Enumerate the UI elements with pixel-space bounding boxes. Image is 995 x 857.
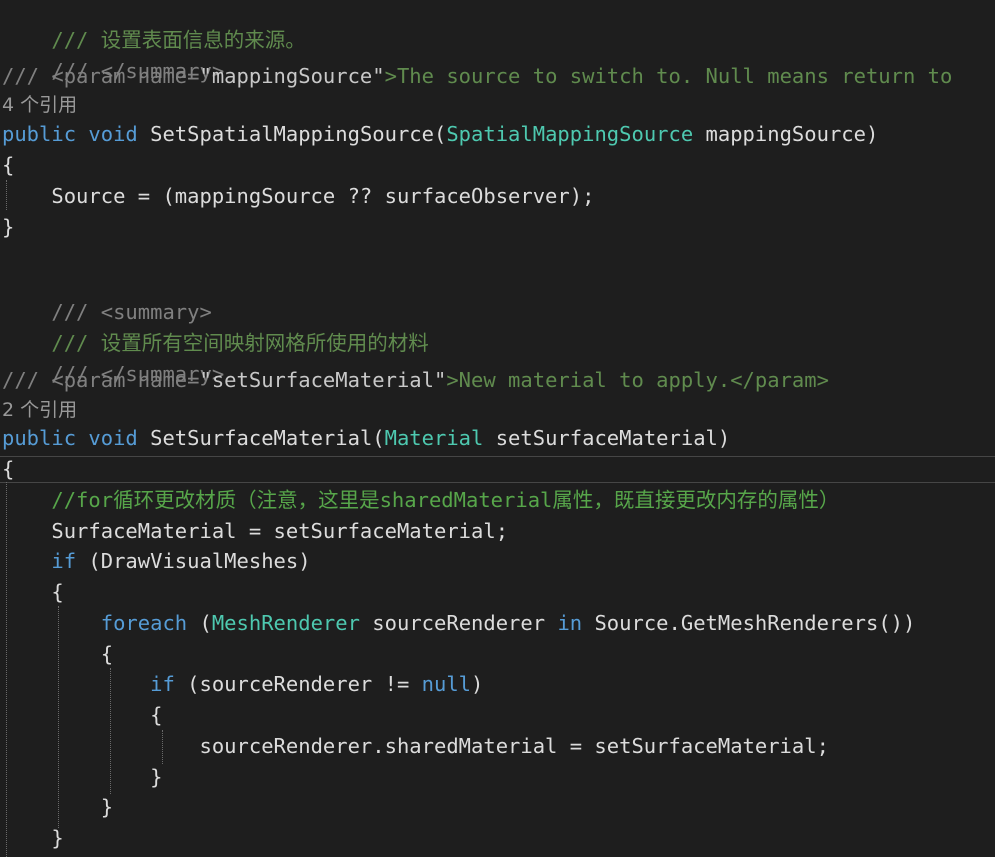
brace: { — [51, 580, 64, 604]
punctuation: ( — [187, 611, 212, 635]
code-line: public void SetSurfaceMaterial(Material … — [2, 426, 730, 450]
code-line: if (sourceRenderer != null) — [2, 672, 483, 696]
keyword: foreach — [100, 611, 188, 635]
brace: { — [100, 642, 114, 666]
expression: Source.GetMeshRenderers()) — [582, 611, 916, 635]
doc-text: >New material to apply.</param> — [446, 368, 829, 392]
type-name: MeshRenderer — [211, 611, 360, 635]
code-line: /// 设置所有空间映射网格所使用的材料 — [2, 307, 428, 355]
codelens-references[interactable]: 4 个引用 — [2, 93, 77, 117]
code-line: /// 设置表面信息的来源。 — [2, 4, 305, 52]
code-line: { — [2, 642, 113, 666]
code-line: { — [2, 703, 162, 727]
doc-attr-value: "mappingSource" — [199, 64, 385, 88]
keyword: null — [421, 672, 472, 696]
code-line: /// </summary> — [2, 338, 224, 386]
code-line: /// </summary> — [2, 35, 224, 83]
method-name: SetSurfaceMaterial( — [150, 426, 385, 450]
code-line: } — [2, 215, 14, 239]
code-line: } — [2, 795, 113, 819]
keyword: void — [88, 122, 138, 146]
code-line: } — [2, 765, 162, 789]
line-comment: //for循环更改材质（注意，这里是sharedMaterial属性，既直接更改… — [51, 488, 840, 512]
doc-tag: /// <param name= — [2, 368, 200, 392]
keyword: public — [2, 426, 77, 450]
type-name: Material — [384, 426, 484, 450]
type-name: SpatialMappingSource — [446, 122, 694, 146]
code-line: /// <param name="mappingSource">The sour… — [2, 64, 952, 88]
code-editor[interactable]: /// 设置表面信息的来源。 /// </summary> /// <param… — [0, 0, 995, 857]
brace: } — [2, 215, 15, 239]
brace: } — [51, 826, 64, 850]
code-line: { — [2, 457, 14, 481]
code-line: sourceRenderer.sharedMaterial = setSurfa… — [2, 734, 829, 758]
brace: } — [100, 795, 114, 819]
keyword: void — [88, 426, 138, 450]
statement: SurfaceMaterial = setSurfaceMaterial; — [51, 519, 509, 543]
condition: (sourceRenderer != — [174, 672, 422, 696]
variable: sourceRenderer — [359, 611, 558, 635]
keyword: in — [557, 611, 583, 635]
codelens-references[interactable]: 2 个引用 — [2, 398, 77, 422]
code-line: /// <param name="setSurfaceMaterial">New… — [2, 368, 829, 392]
doc-attr-value: "setSurfaceMaterial" — [199, 368, 447, 392]
statement: sourceRenderer.sharedMaterial = setSurfa… — [199, 734, 829, 758]
current-line-highlight — [0, 456, 995, 483]
keyword: if — [150, 672, 175, 696]
brace: } — [150, 765, 163, 789]
parameter: mappingSource) — [693, 122, 879, 146]
code-line: SurfaceMaterial = setSurfaceMaterial; — [2, 519, 508, 543]
code-line: public void SetSpatialMappingSource(Spat… — [2, 122, 878, 146]
method-name: SetSpatialMappingSource( — [150, 122, 447, 146]
condition: (DrawVisualMeshes) — [76, 549, 311, 573]
doc-text: >The source to switch to. Null means ret… — [384, 64, 953, 88]
parameter: setSurfaceMaterial) — [483, 426, 731, 450]
doc-tag: /// <param name= — [2, 64, 200, 88]
code-line: } — [2, 826, 64, 850]
brace: { — [2, 153, 15, 177]
code-line: /// <summary> — [2, 276, 211, 324]
keyword: public — [2, 122, 77, 146]
code-line: if (DrawVisualMeshes) — [2, 549, 311, 573]
code-line: { — [2, 153, 14, 177]
code-line: //for循环更改材质（注意，这里是sharedMaterial属性，既直接更改… — [2, 488, 839, 512]
punctuation: ) — [471, 672, 484, 696]
code-line: Source = (mappingSource ?? surfaceObserv… — [2, 184, 594, 208]
brace: { — [2, 457, 15, 481]
statement: Source = (mappingSource ?? surfaceObserv… — [51, 184, 595, 208]
code-line: foreach (MeshRenderer sourceRenderer in … — [2, 611, 916, 635]
keyword: if — [51, 549, 77, 573]
code-line: { — [2, 580, 64, 604]
brace: { — [150, 703, 163, 727]
